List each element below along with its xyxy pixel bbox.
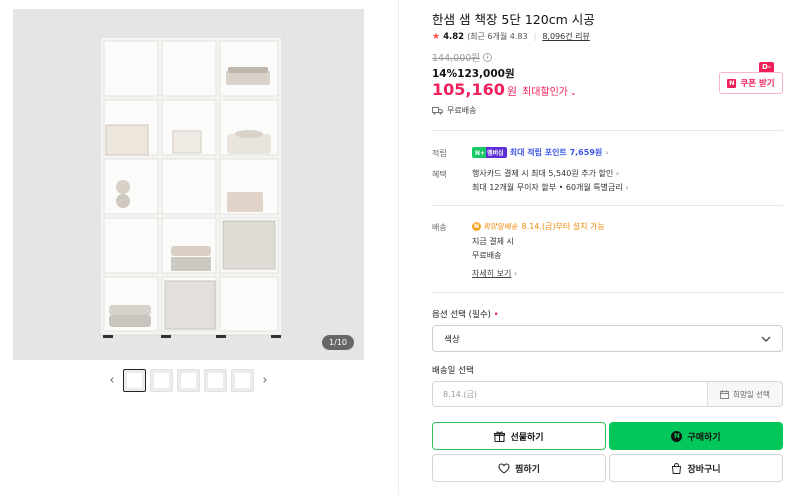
- wishlist-button-label: 찜하기: [515, 464, 540, 475]
- cart-button-label: 장바구니: [687, 464, 721, 475]
- hope-date-button-label: 희망일 선택: [733, 389, 770, 399]
- original-price: 144,000원 i: [432, 50, 493, 64]
- point-label: 적립: [432, 149, 447, 158]
- discount-percent: 14%: [432, 68, 458, 80]
- heart-icon: [498, 462, 510, 474]
- delivery-date-placeholder: 8.14.(금): [443, 389, 477, 399]
- benefit-line-2[interactable]: 최대 12개월 무이자 할부 • 60개월 특별금리 ›: [472, 182, 629, 193]
- review-count-link[interactable]: 8,096건 리뷰: [542, 31, 590, 42]
- delivery-summary: 무료배송: [432, 105, 476, 116]
- wishlist-button[interactable]: 찜하기: [432, 454, 606, 482]
- buy-button[interactable]: N 구매하기: [609, 422, 783, 450]
- cart-button[interactable]: 장바구니: [609, 454, 783, 482]
- hope-date-button[interactable]: 희망일 선택: [707, 381, 783, 407]
- chevron-right-icon: ›: [625, 183, 629, 192]
- thumbnail-1[interactable]: [123, 369, 146, 392]
- free-shipping-text: 무료배송: [472, 251, 502, 260]
- thumb-next-icon[interactable]: ›: [258, 373, 272, 388]
- chevron-right-icon: ›: [615, 169, 619, 178]
- chevron-down-icon: [761, 336, 771, 342]
- main-product-image[interactable]: 1/10: [13, 9, 364, 360]
- coupon-button[interactable]: N 쿠폰 받기: [719, 72, 783, 94]
- delivery-summary-text: 무료배송: [447, 106, 477, 115]
- sale-price-row: 14%123,000원: [432, 66, 515, 81]
- max-discount-label: 최대할인가: [522, 87, 568, 98]
- hope-delivery-row: N 희망일배송 8.14.(금)부터 설치 가능: [472, 221, 605, 232]
- column-divider: [398, 0, 399, 495]
- color-select-value: 색상: [444, 334, 460, 345]
- divider: [432, 292, 783, 293]
- thumbnail-strip: ‹ ›: [105, 369, 272, 392]
- chevron-down-icon: ⌄: [570, 88, 577, 97]
- product-title: 한샘 샘 책장 5단 120cm 시공: [432, 12, 595, 27]
- thumb-prev-icon[interactable]: ‹: [105, 373, 119, 388]
- divider: [432, 130, 783, 131]
- option-title: 옵션 선택 (필수) •: [432, 308, 499, 320]
- pay-now-text: 지금 결제 시: [472, 237, 514, 246]
- original-price-value: 144,000원: [432, 53, 481, 64]
- shipping-detail-link[interactable]: 자세히 보기 ›: [472, 268, 517, 279]
- color-select[interactable]: 색상: [432, 325, 783, 352]
- chevron-right-icon: ›: [513, 269, 518, 278]
- truck-icon: [432, 106, 443, 115]
- gift-icon: [494, 431, 506, 442]
- image-counter: 1/10: [322, 335, 354, 350]
- option-title-text: 옵션 선택 (필수): [432, 310, 491, 320]
- max-discount-price: 105,160: [432, 80, 505, 99]
- required-mark: •: [493, 310, 499, 320]
- shopping-bag-icon: [672, 462, 682, 474]
- point-text: 최대 적립 포인트 7,659원: [509, 148, 603, 157]
- benefit-label: 혜택: [432, 170, 447, 179]
- chevron-right-icon: ›: [605, 148, 609, 157]
- shipping-label: 배송: [432, 223, 447, 232]
- calendar-icon: [720, 389, 730, 399]
- rating-separator: |: [533, 32, 537, 41]
- hope-delivery-icon: N: [472, 222, 481, 231]
- hope-badge-text: 희망일배송: [483, 222, 518, 231]
- benefit-line-1[interactable]: 행사카드 결제 시 최대 5,540원 추가 할인 ›: [472, 168, 619, 179]
- max-discount-row[interactable]: 105,160 원 최대할인가 ⌄: [432, 80, 577, 99]
- benefit-line-1-text: 행사카드 결제 시 최대 5,540원 추가 할인: [472, 169, 614, 178]
- naver-pay-icon: N: [671, 430, 683, 442]
- gift-button[interactable]: 선물하기: [432, 422, 606, 450]
- coupon-label: 쿠폰 받기: [740, 79, 775, 89]
- rating-recent: (최근 6개월 4.83: [467, 32, 528, 41]
- thumbnail-5[interactable]: [231, 369, 254, 392]
- bookshelf-illustration: [13, 9, 364, 360]
- naver-n-icon: N: [727, 78, 737, 88]
- gift-button-label: 선물하기: [510, 432, 544, 443]
- point-row[interactable]: N+ 멤버십 최대 적립 포인트 7,659원 ›: [472, 147, 608, 158]
- sale-price: 123,000원: [457, 68, 515, 80]
- thumbnail-2[interactable]: [150, 369, 173, 392]
- buy-button-label: 구매하기: [687, 432, 721, 443]
- divider: [432, 205, 783, 206]
- max-discount-won: 원: [506, 85, 517, 98]
- thumbnail-4[interactable]: [204, 369, 227, 392]
- rating-row: ★ 4.82 (최근 6개월 4.83 | 8,096건 리뷰: [432, 31, 590, 42]
- rating-score: 4.82: [443, 31, 465, 42]
- star-icon: ★: [432, 31, 441, 42]
- detail-link-text: 자세히 보기: [472, 269, 512, 278]
- info-icon[interactable]: i: [483, 52, 493, 62]
- hope-delivery-badge: N 희망일배송: [472, 221, 518, 232]
- date-title: 배송일 선택: [432, 366, 474, 376]
- naver-plus-badge: N+ 멤버십: [472, 147, 507, 158]
- delivery-date-field[interactable]: 8.14.(금): [432, 381, 708, 407]
- hope-date: 8.14.(금)부터 설치 가능: [521, 222, 605, 231]
- benefit-line-2-text: 최대 12개월 무이자 할부 • 60개월 특별금리: [472, 183, 623, 192]
- thumbnail-3[interactable]: [177, 369, 200, 392]
